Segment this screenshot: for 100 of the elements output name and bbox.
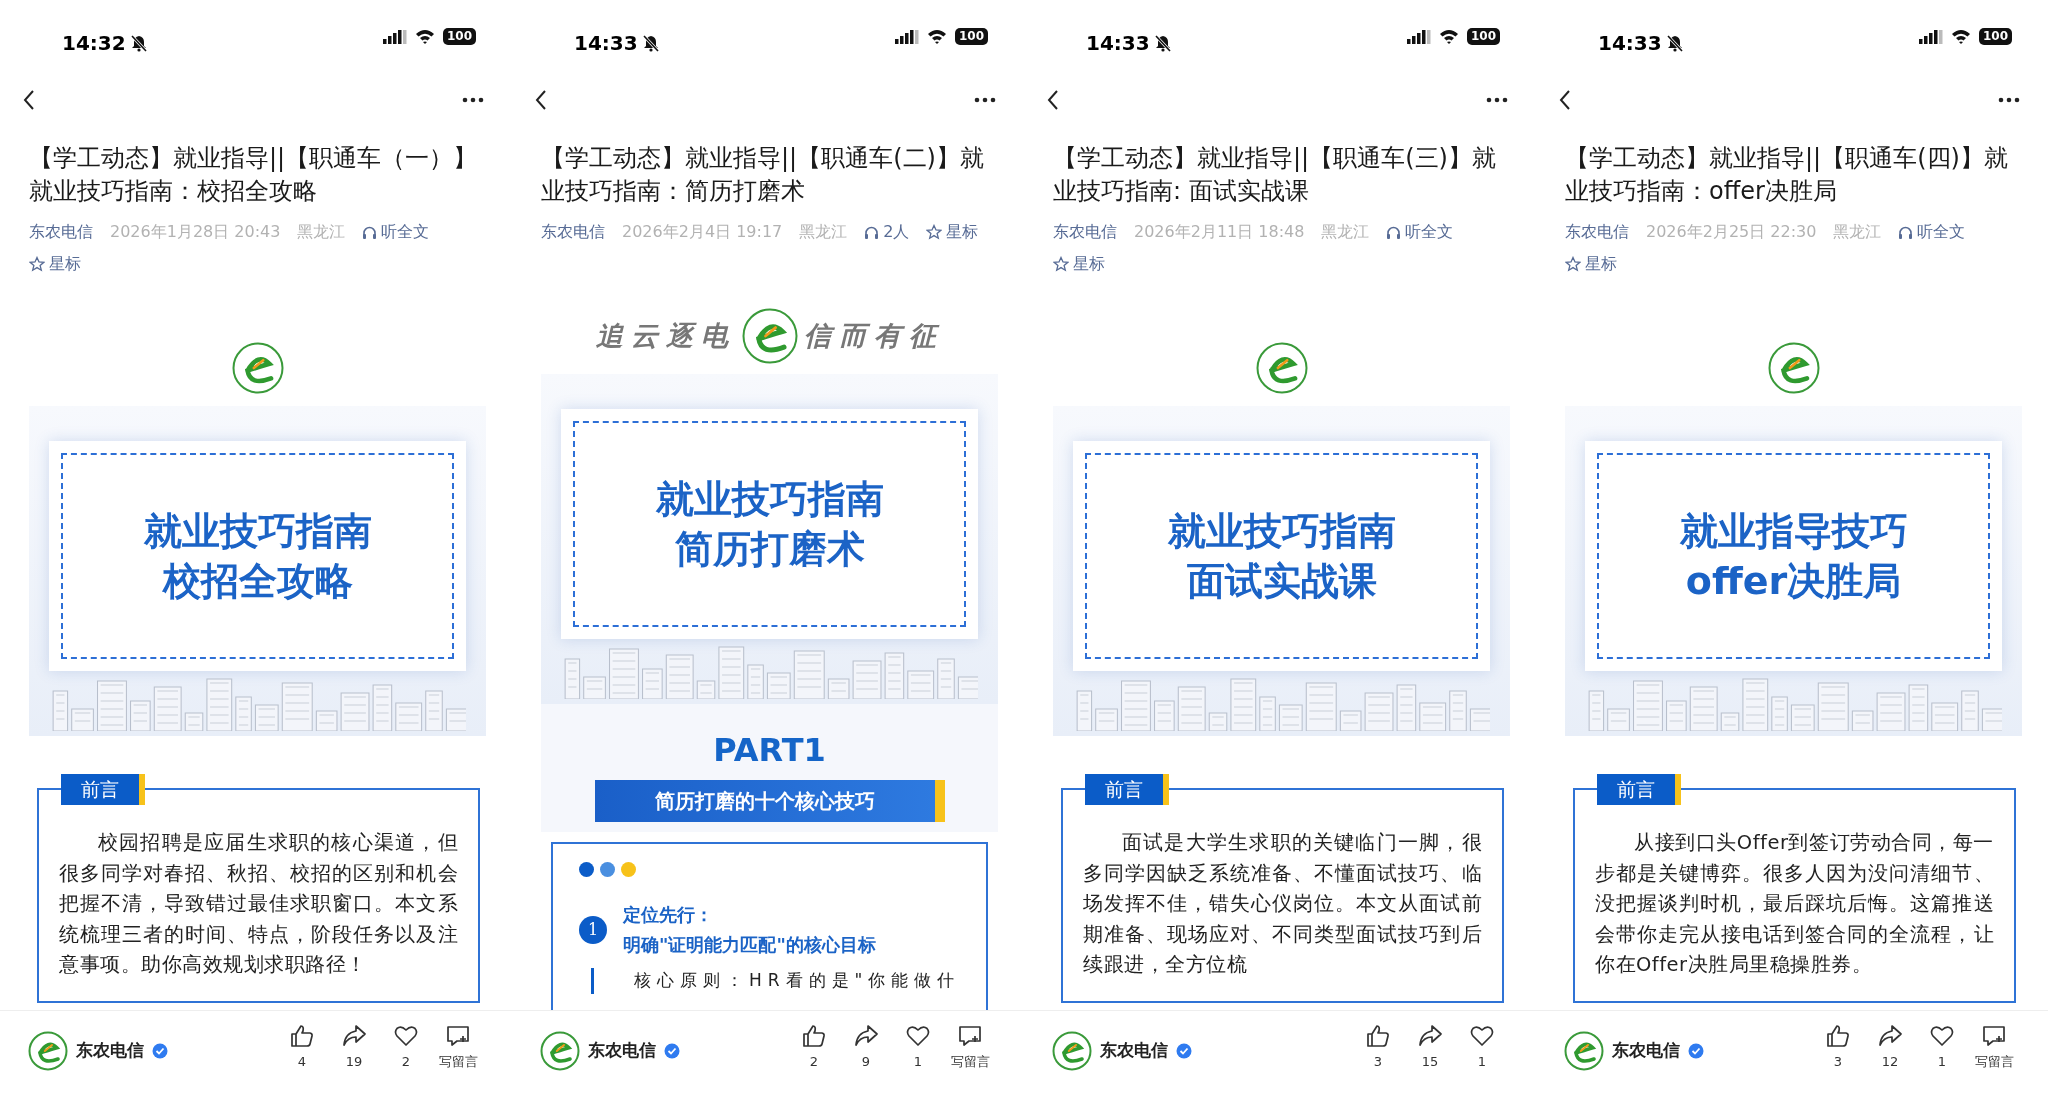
- cover-heading: offer决胜局: [1685, 558, 1902, 605]
- logo-icon: [1767, 342, 1820, 394]
- article-title: 【学工动态】就业指导||【职通车(四)】就业技巧指南：offer决胜局: [1565, 143, 2009, 207]
- comment-plus-icon: [445, 1023, 471, 1049]
- share-button[interactable]: 12: [1866, 1023, 1914, 1072]
- comment-button[interactable]: 写留言: [1970, 1023, 2018, 1072]
- star-icon: [29, 256, 45, 272]
- clock: 14:32: [62, 30, 126, 57]
- listen-link[interactable]: 听全文: [362, 218, 430, 246]
- heart-icon: [1929, 1023, 1955, 1049]
- share-button[interactable]: 19: [330, 1023, 378, 1072]
- clock: 14:33: [1598, 30, 1662, 57]
- account-name[interactable]: 东农电信: [588, 1038, 656, 1064]
- heart-icon: [393, 1023, 419, 1049]
- more-icon[interactable]: [1486, 97, 1508, 103]
- region-label: 黑龙江: [297, 221, 346, 243]
- back-icon[interactable]: [534, 89, 548, 111]
- logo-icon: [231, 342, 284, 394]
- share-arrow-icon: [1417, 1023, 1443, 1049]
- slogan-text: 追云逐电: [595, 318, 736, 353]
- headphones-icon: [1898, 224, 1914, 240]
- account-name[interactable]: 东农电信: [76, 1038, 144, 1064]
- account-link[interactable]: 东农电信: [1565, 218, 1629, 246]
- heart-icon: [905, 1023, 931, 1049]
- headphones-icon: [362, 224, 378, 240]
- cover-heading: 就业指导技巧: [1679, 508, 1908, 555]
- account-name[interactable]: 东农电信: [1100, 1038, 1168, 1064]
- publish-date: 2026年2月4日 19:17: [622, 221, 783, 243]
- section-heading: 简历打磨的十个核心技巧: [594, 780, 945, 822]
- wifi-icon: [926, 29, 947, 44]
- star-link[interactable]: 星标: [1053, 250, 1105, 278]
- star-link[interactable]: 星标: [926, 218, 979, 246]
- region-label: 黑龙江: [1321, 221, 1370, 243]
- signal-icon: [1406, 29, 1431, 44]
- cover-heading: 简历打磨术: [674, 526, 865, 573]
- like-button[interactable]: 4: [278, 1023, 326, 1072]
- tip-heading: 定位先行：: [623, 903, 714, 927]
- thumbs-up-icon: [1825, 1023, 1851, 1049]
- region-label: 黑龙江: [1833, 221, 1882, 243]
- star-link[interactable]: 星标: [29, 250, 81, 278]
- account-link[interactable]: 东农电信: [541, 218, 605, 246]
- battery-indicator: 100: [1466, 28, 1500, 45]
- clock: 14:33: [1086, 30, 1150, 57]
- account-name[interactable]: 东农电信: [1612, 1038, 1680, 1064]
- favorite-button[interactable]: 1: [1918, 1023, 1966, 1072]
- thumbs-up-icon: [801, 1023, 827, 1049]
- battery-indicator: 100: [1978, 28, 2012, 45]
- cover-heading: 就业技巧指南: [1167, 508, 1396, 555]
- favorite-button[interactable]: 1: [894, 1023, 942, 1072]
- number-badge: 1: [579, 916, 607, 944]
- comment-button[interactable]: 写留言: [946, 1023, 994, 1072]
- star-icon: [1053, 256, 1069, 272]
- verified-icon: [1688, 1043, 1704, 1059]
- cover-heading: 就业技巧指南: [143, 508, 372, 555]
- listen-link[interactable]: 2人: [864, 218, 910, 246]
- share-arrow-icon: [853, 1023, 879, 1049]
- back-icon[interactable]: [1558, 89, 1572, 111]
- avatar: [540, 1031, 580, 1071]
- favorite-button[interactable]: 1: [1458, 1023, 1506, 1072]
- preface-text: 校园招聘是应届生求职的核心渠道，但很多同学对春招、秋招、校招的区别和机会把握不清，导致错过最佳求职窗口。本文系统梳理三者的时间、特点，阶段任务以及注意事项。助你高效规划求职路径！: [59, 830, 458, 978]
- cover-heading: 就业技巧指南: [655, 476, 884, 523]
- bell-muted-icon: [1665, 34, 1684, 52]
- like-button[interactable]: 3: [1814, 1023, 1862, 1072]
- back-icon[interactable]: [22, 89, 36, 111]
- account-link[interactable]: 东农电信: [1053, 218, 1117, 246]
- verified-icon: [1176, 1043, 1192, 1059]
- logo-icon: [1255, 342, 1308, 394]
- share-button[interactable]: 9: [842, 1023, 890, 1072]
- avatar: [1052, 1031, 1092, 1071]
- article-title: 【学工动态】就业指导||【职通车（一）】就业技巧指南：校招全攻略: [29, 143, 479, 207]
- bell-muted-icon: [1153, 34, 1172, 52]
- like-button[interactable]: 2: [790, 1023, 838, 1072]
- comment-plus-icon: [957, 1023, 983, 1049]
- comment-button[interactable]: 写留言: [434, 1023, 482, 1072]
- like-button[interactable]: 3: [1354, 1023, 1402, 1072]
- listen-link[interactable]: 听全文: [1898, 218, 1966, 246]
- part-label: PART1: [712, 730, 827, 771]
- battery-indicator: 100: [442, 28, 476, 45]
- star-icon: [1565, 256, 1581, 272]
- preface-tag: 前言: [1597, 774, 1681, 805]
- signal-icon: [894, 29, 919, 44]
- preface-tag: 前言: [61, 774, 145, 805]
- preface-text: 面试是大学生求职的关键临门一脚，很多同学因缺乏系统准备、不懂面试技巧、临场发挥不佳，错失心仪岗位。本文从面试前期准备、现场应对、不同类型面试技巧到后续跟进，全方位梳: [1083, 830, 1482, 978]
- listen-link[interactable]: 听全文: [1386, 218, 1454, 246]
- account-link[interactable]: 东农电信: [29, 218, 93, 246]
- favorite-button[interactable]: 2: [382, 1023, 430, 1072]
- dot-icon: [600, 862, 615, 877]
- thumbs-up-icon: [1365, 1023, 1391, 1049]
- share-button[interactable]: 15: [1406, 1023, 1454, 1072]
- preface-tag: 前言: [1085, 774, 1169, 805]
- heart-icon: [1469, 1023, 1495, 1049]
- more-icon[interactable]: [974, 97, 996, 103]
- publish-date: 2026年2月25日 22:30: [1646, 221, 1817, 243]
- more-icon[interactable]: [1998, 97, 2020, 103]
- article-title: 【学工动态】就业指导||【职通车(三)】就业技巧指南: 面试实战课: [1053, 143, 1497, 207]
- more-icon[interactable]: [462, 97, 484, 103]
- headphones-icon: [864, 224, 880, 240]
- star-link[interactable]: 星标: [1565, 250, 1617, 278]
- back-icon[interactable]: [1046, 89, 1060, 111]
- publish-date: 2026年1月28日 20:43: [110, 221, 281, 243]
